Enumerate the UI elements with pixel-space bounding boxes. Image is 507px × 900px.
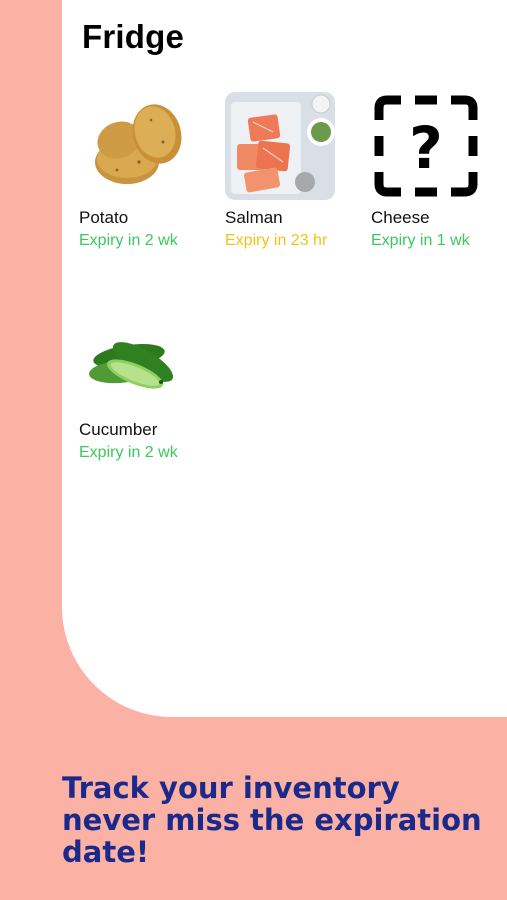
food-item-cheese[interactable]: ? Cheese Expiry in 1 wk <box>371 92 501 250</box>
food-name: Potato <box>79 208 129 227</box>
promo-tagline: Track your inventory never miss the expi… <box>62 771 482 869</box>
potato-image <box>79 92 189 200</box>
fridge-screen: Fridge Potato Expiry in 2 wk Salman Expi… <box>62 0 507 717</box>
food-name: Cheese <box>371 208 430 227</box>
unknown-question-icon: ? <box>371 92 481 200</box>
expiry-label: Expiry in 2 wk <box>79 444 178 461</box>
food-item-potato[interactable]: Potato Expiry in 2 wk <box>79 92 209 250</box>
food-name: Cucumber <box>79 420 158 439</box>
cucumber-image <box>79 304 189 412</box>
food-name: Salman <box>225 208 283 227</box>
svg-text:?: ? <box>409 114 443 182</box>
page-title: Fridge <box>82 18 185 55</box>
food-item-salman[interactable]: Salman Expiry in 23 hr <box>225 92 355 250</box>
expiry-label: Expiry in 1 wk <box>371 232 470 249</box>
expiry-label: Expiry in 2 wk <box>79 232 178 249</box>
salmon-image <box>225 92 335 200</box>
food-item-cucumber[interactable]: Cucumber Expiry in 2 wk <box>79 304 209 462</box>
expiry-label: Expiry in 23 hr <box>225 232 328 249</box>
